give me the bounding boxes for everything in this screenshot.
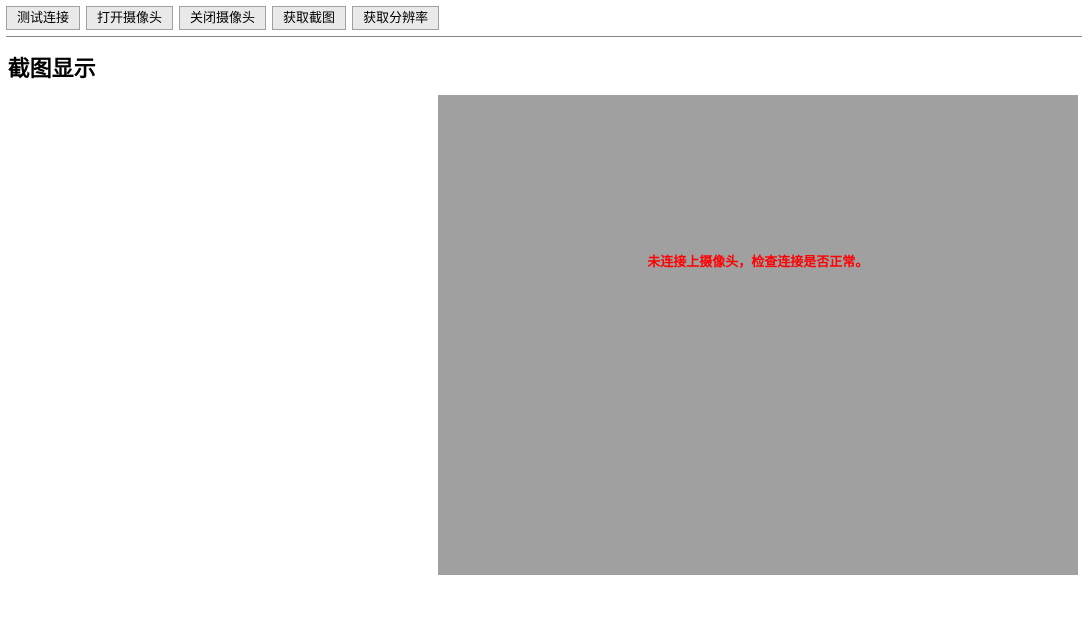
- close-camera-button[interactable]: 关闭摄像头: [179, 6, 266, 30]
- get-resolution-button[interactable]: 获取分辨率: [352, 6, 439, 30]
- test-connection-button[interactable]: 测试连接: [6, 6, 80, 30]
- open-camera-button[interactable]: 打开摄像头: [86, 6, 173, 30]
- camera-panel: 未连接上摄像头，检查连接是否正常。: [438, 95, 1078, 575]
- get-screenshot-button[interactable]: 获取截图: [272, 6, 346, 30]
- screenshot-area: [6, 95, 438, 575]
- content-area: 未连接上摄像头，检查连接是否正常。: [6, 95, 1082, 575]
- divider: [6, 36, 1082, 37]
- section-title: 截图显示: [8, 51, 1082, 83]
- camera-error-text: 未连接上摄像头，检查连接是否正常。: [647, 251, 868, 270]
- toolbar: 测试连接 打开摄像头 关闭摄像头 获取截图 获取分辨率: [6, 6, 1082, 36]
